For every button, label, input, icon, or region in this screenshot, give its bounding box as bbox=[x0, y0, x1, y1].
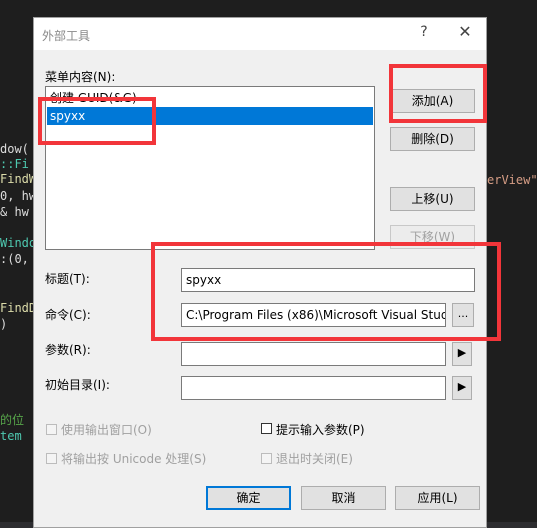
arguments-label: 参数(R): bbox=[45, 343, 91, 357]
cancel-button[interactable]: 取消 bbox=[301, 486, 386, 510]
close-on-exit-label: 退出时关闭(E) bbox=[276, 452, 353, 466]
initial-directory-label: 初始目录(I): bbox=[45, 378, 110, 392]
annotation-highlight bbox=[151, 242, 501, 341]
ok-button[interactable]: 确定 bbox=[206, 486, 291, 510]
annotation-highlight bbox=[38, 97, 156, 145]
initial-directory-arrow-button[interactable]: ▶ bbox=[452, 376, 472, 400]
unicode-output-checkbox[interactable] bbox=[46, 453, 57, 464]
close-on-exit-checkbox[interactable] bbox=[261, 453, 272, 464]
prompt-arguments-checkbox[interactable] bbox=[261, 423, 272, 434]
code-fragment: tem bbox=[0, 429, 22, 443]
code-fragment: 的位 bbox=[0, 413, 25, 427]
delete-button[interactable]: 删除(D) bbox=[390, 127, 475, 151]
code-fragment: & hw bbox=[0, 205, 29, 219]
code-fragment: dow( bbox=[0, 142, 29, 156]
code-fragment: ) bbox=[0, 317, 8, 331]
arguments-arrow-button[interactable]: ▶ bbox=[452, 342, 472, 366]
menu-contents-label: 菜单内容(N): bbox=[45, 70, 116, 84]
code-fragment: FindD bbox=[0, 301, 37, 315]
use-output-window-label: 使用输出窗口(O) bbox=[61, 423, 152, 437]
dialog-title: 外部工具 bbox=[42, 29, 91, 43]
code-fragment: Windo bbox=[0, 236, 37, 250]
command-label: 命令(C): bbox=[45, 308, 91, 322]
arguments-field[interactable] bbox=[181, 342, 446, 366]
code-fragment: ::Fi bbox=[0, 157, 29, 171]
use-output-window-checkbox[interactable] bbox=[46, 424, 57, 435]
initial-directory-field[interactable] bbox=[181, 376, 446, 400]
code-fragment: erView" bbox=[487, 173, 537, 187]
help-icon[interactable]: ? bbox=[414, 24, 434, 40]
annotation-highlight bbox=[389, 64, 487, 123]
prompt-arguments-label: 提示输入参数(P) bbox=[276, 423, 365, 437]
apply-button[interactable]: 应用(L) bbox=[395, 486, 480, 510]
code-fragment: 0, hw bbox=[0, 189, 37, 203]
code-fragment: FindW bbox=[0, 172, 37, 186]
dialog-titlebar: 外部工具 ? ✕ bbox=[34, 18, 486, 50]
unicode-output-label: 将输出按 Unicode 处理(S) bbox=[61, 452, 207, 466]
close-icon[interactable]: ✕ bbox=[454, 22, 476, 41]
title-label: 标题(T): bbox=[45, 272, 90, 286]
move-up-button[interactable]: 上移(U) bbox=[390, 187, 475, 211]
